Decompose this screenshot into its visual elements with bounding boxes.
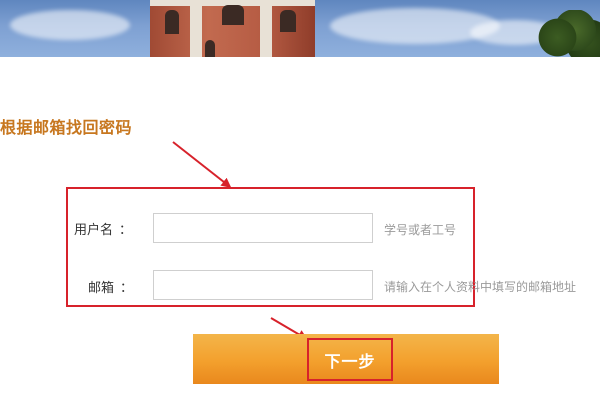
building-window [222,5,244,25]
building-window [165,10,179,34]
email-hint: 请输入在个人资料中填写的邮箱地址 [384,280,577,294]
page-title: 根据邮箱找回密码 [0,118,133,137]
banner-cloud [10,10,130,40]
next-step-button[interactable] [193,334,499,384]
email-label-text: 邮箱 [88,281,115,296]
building-window [205,40,215,57]
email-label-colon: ： [120,281,134,296]
email-input[interactable] [153,270,373,300]
username-input[interactable] [153,213,373,243]
building-window [280,10,296,32]
arrow-to-form [172,141,232,188]
header-banner-image [0,0,600,57]
username-label: 用户名 ： [74,219,132,238]
banner-building [150,0,315,57]
banner-tree [533,10,600,57]
username-label-text: 用户名 [74,223,114,238]
username-hint: 学号或者工号 [384,223,457,237]
email-label: 邮箱 ： [88,277,133,296]
username-label-colon: ： [119,223,133,238]
building-stone-column [260,0,272,57]
building-stone-column [190,0,202,57]
password-recovery-page: 根据邮箱找回密码 用户名 ： 学号或者工号 邮箱 ： 请输入在个人资料中填写的邮箱地… [0,0,600,400]
